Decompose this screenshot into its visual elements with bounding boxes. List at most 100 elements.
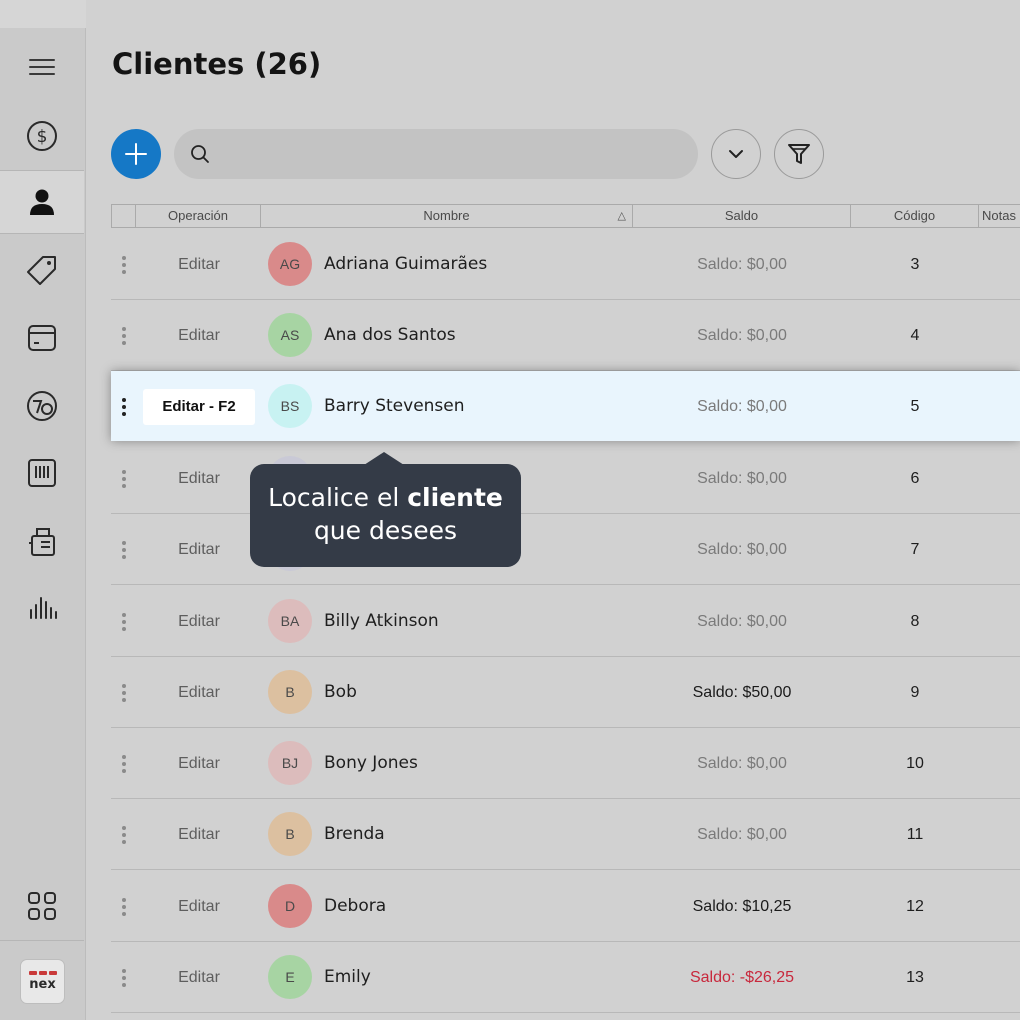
add-client-button[interactable] [111,129,161,179]
row-menu-icon[interactable] [117,300,131,371]
svg-text:$: $ [37,127,48,147]
client-saldo: Saldo: -$26,25 [689,969,795,986]
page-title: Clientes (26) [112,47,322,81]
filter-button[interactable] [774,129,824,179]
search-input[interactable] [220,145,660,163]
table-header: Operación Nombre △ Saldo Código Notas [111,204,1020,228]
client-name[interactable]: Debora [324,871,386,942]
barcode-icon[interactable] [0,441,84,505]
client-code: 7 [910,541,920,558]
dashboard-icon[interactable] [0,374,84,438]
menu-icon[interactable] [0,35,84,99]
client-saldo: Saldo: $0,00 [697,398,787,415]
table-row[interactable]: Editar E Emily Saldo: -$26,25 13 [111,942,1020,1013]
header-saldo[interactable]: Saldo [633,205,851,227]
row-menu-icon[interactable] [117,799,131,870]
chevron-down-icon [729,150,743,158]
onboarding-tooltip: Localice el cliente que desees [250,452,521,567]
row-menu-icon[interactable] [117,229,131,300]
header-codigo[interactable]: Código [851,205,979,227]
row-menu-icon[interactable] [117,942,131,1013]
sidebar: $ nex [0,0,86,1020]
table-row[interactable]: Editar AG Adriana Guimarães Saldo: $0,00 3 [111,229,1020,300]
edit-button[interactable]: Editar [143,318,255,354]
row-menu-icon[interactable] [117,657,131,728]
table-row[interactable]: Editar - F2 BS Barry Stevensen Saldo: $0,00… [111,371,1020,441]
client-name[interactable]: Adriana Guimarães [324,229,487,300]
calendar-icon[interactable] [0,306,84,370]
sort-ascending-icon: △ [617,210,626,222]
client-code: 3 [910,256,920,273]
table-row[interactable]: Editar B Bob Saldo: $50,00 9 [111,657,1020,728]
row-menu-icon[interactable] [117,586,131,657]
client-name[interactable]: Ana dos Santos [324,300,456,371]
client-name[interactable]: Brenda [324,799,385,870]
row-menu-icon[interactable] [117,871,131,942]
row-menu-icon[interactable] [117,728,131,799]
edit-button[interactable]: Editar [143,960,255,996]
table-row[interactable]: Editar Saldo: $0,00 6 [111,443,1020,514]
edit-button[interactable]: Editar [143,675,255,711]
client-code: 4 [910,327,920,344]
nex-logo[interactable]: nex [20,959,65,1004]
client-saldo: Saldo: $10,25 [692,898,792,915]
header-nombre[interactable]: Nombre △ [261,205,633,227]
table-row[interactable]: Editar D Debora Saldo: $10,25 12 [111,871,1020,942]
sidebar-divider [0,940,84,941]
apps-icon[interactable] [0,874,84,938]
table-row[interactable]: Editar AS Ana dos Santos Saldo: $0,00 4 [111,300,1020,371]
edit-button[interactable]: Editar - F2 [143,389,255,425]
client-code: 9 [910,684,920,701]
table-row[interactable]: Editar BA Billy Atkinson Saldo: $0,00 8 [111,586,1020,657]
row-menu-icon[interactable] [117,514,131,585]
client-name[interactable]: Billy Atkinson [324,586,439,657]
avatar: BS [268,384,312,428]
logo-mark [28,971,57,975]
search-bar[interactable] [174,129,698,179]
header-operacion[interactable]: Operación [136,205,261,227]
avatar: AG [268,242,312,286]
client-code: 8 [910,613,920,630]
avatar: BJ [268,741,312,785]
edit-button[interactable]: Editar [143,889,255,925]
header-notas[interactable]: Notas [979,205,1020,227]
edit-button[interactable]: Editar [143,532,255,568]
client-code: 5 [910,398,920,415]
table-row[interactable]: Editar Saldo: $0,00 7 [111,514,1020,585]
client-saldo: Saldo: $0,00 [697,327,787,344]
register-icon[interactable] [0,510,84,574]
client-code: 12 [906,898,924,915]
tag-icon[interactable] [0,238,84,302]
edit-button[interactable]: Editar [143,247,255,283]
expand-button[interactable] [711,129,761,179]
table-row[interactable]: Editar B Brenda Saldo: $0,00 11 [111,799,1020,870]
filter-icon [788,144,810,164]
client-saldo: Saldo: $0,00 [697,755,787,772]
tooltip-text-prefix: Localice el [268,483,408,512]
client-name[interactable]: Bony Jones [324,728,418,799]
edit-button[interactable]: Editar [143,746,255,782]
avatar: D [268,884,312,928]
header-nombre-label: Nombre [423,208,470,223]
edit-button[interactable]: Editar [143,817,255,853]
tooltip-line-1: Localice el cliente [250,481,521,514]
avatar: B [268,670,312,714]
dollar-icon[interactable]: $ [0,104,84,168]
sidebar-top [0,0,86,28]
client-name[interactable]: Bob [324,657,357,728]
row-menu-icon[interactable] [117,443,131,514]
table-row[interactable]: Editar BJ Bony Jones Saldo: $0,00 10 [111,728,1020,799]
tooltip-line-2: que desees [313,516,458,545]
client-saldo: Saldo: $0,00 [697,613,787,630]
client-name[interactable]: Barry Stevensen [324,371,465,442]
client-code: 13 [906,969,924,986]
edit-button[interactable]: Editar [143,604,255,640]
client-code: 11 [906,826,924,843]
chart-icon[interactable] [0,577,84,641]
avatar: AS [268,313,312,357]
client-name[interactable]: Emily [324,942,371,1013]
edit-button[interactable]: Editar [143,461,255,497]
row-menu-icon[interactable] [117,371,131,442]
user-icon[interactable] [0,170,84,234]
plus-icon [125,143,147,165]
